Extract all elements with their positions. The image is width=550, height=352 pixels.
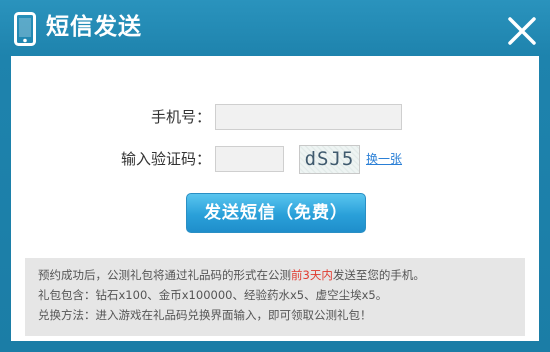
notice-line-1: 预约成功后，公测礼包将通过礼品码的形式在公测前3天内发送至您的手机。	[38, 265, 515, 285]
sms-dialog: 短信发送 手机号： 输入验证码： dSJ5 换一张 发送短信（免费） 预约成功后…	[0, 0, 550, 352]
captcha-input[interactable]	[215, 146, 284, 172]
content-panel: 手机号： 输入验证码： dSJ5 换一张 发送短信（免费） 预约成功后，公测礼包…	[11, 56, 539, 341]
close-icon[interactable]	[505, 14, 539, 48]
notice-line-2: 礼包包含：钻石x100、金币x100000、经验药水x5、虚空尘埃x5。	[38, 288, 388, 302]
notice-line-1-suffix: 发送至您的手机。	[332, 268, 425, 282]
phone-icon	[14, 12, 36, 46]
captcha-label: 输入验证码：	[120, 150, 211, 168]
notice-highlight: 前3天内	[291, 268, 333, 282]
notice-box: 预约成功后，公测礼包将通过礼品码的形式在公测前3天内发送至您的手机。 礼包包含：…	[25, 258, 525, 336]
refresh-captcha-link[interactable]: 换一张	[366, 151, 402, 167]
phone-label: 手机号：	[150, 108, 211, 126]
notice-line-3: 兑换方法：进入游戏在礼品码兑换界面输入，即可领取公测礼包！	[38, 308, 372, 322]
notice-line-1-prefix: 预约成功后，公测礼包将通过礼品码的形式在公测	[38, 268, 291, 282]
send-sms-button[interactable]: 发送短信（免费）	[186, 193, 366, 233]
title-bar: 短信发送	[0, 0, 550, 56]
captcha-image[interactable]: dSJ5	[299, 145, 360, 174]
dialog-title: 短信发送	[46, 14, 142, 40]
phone-input[interactable]	[215, 104, 402, 130]
